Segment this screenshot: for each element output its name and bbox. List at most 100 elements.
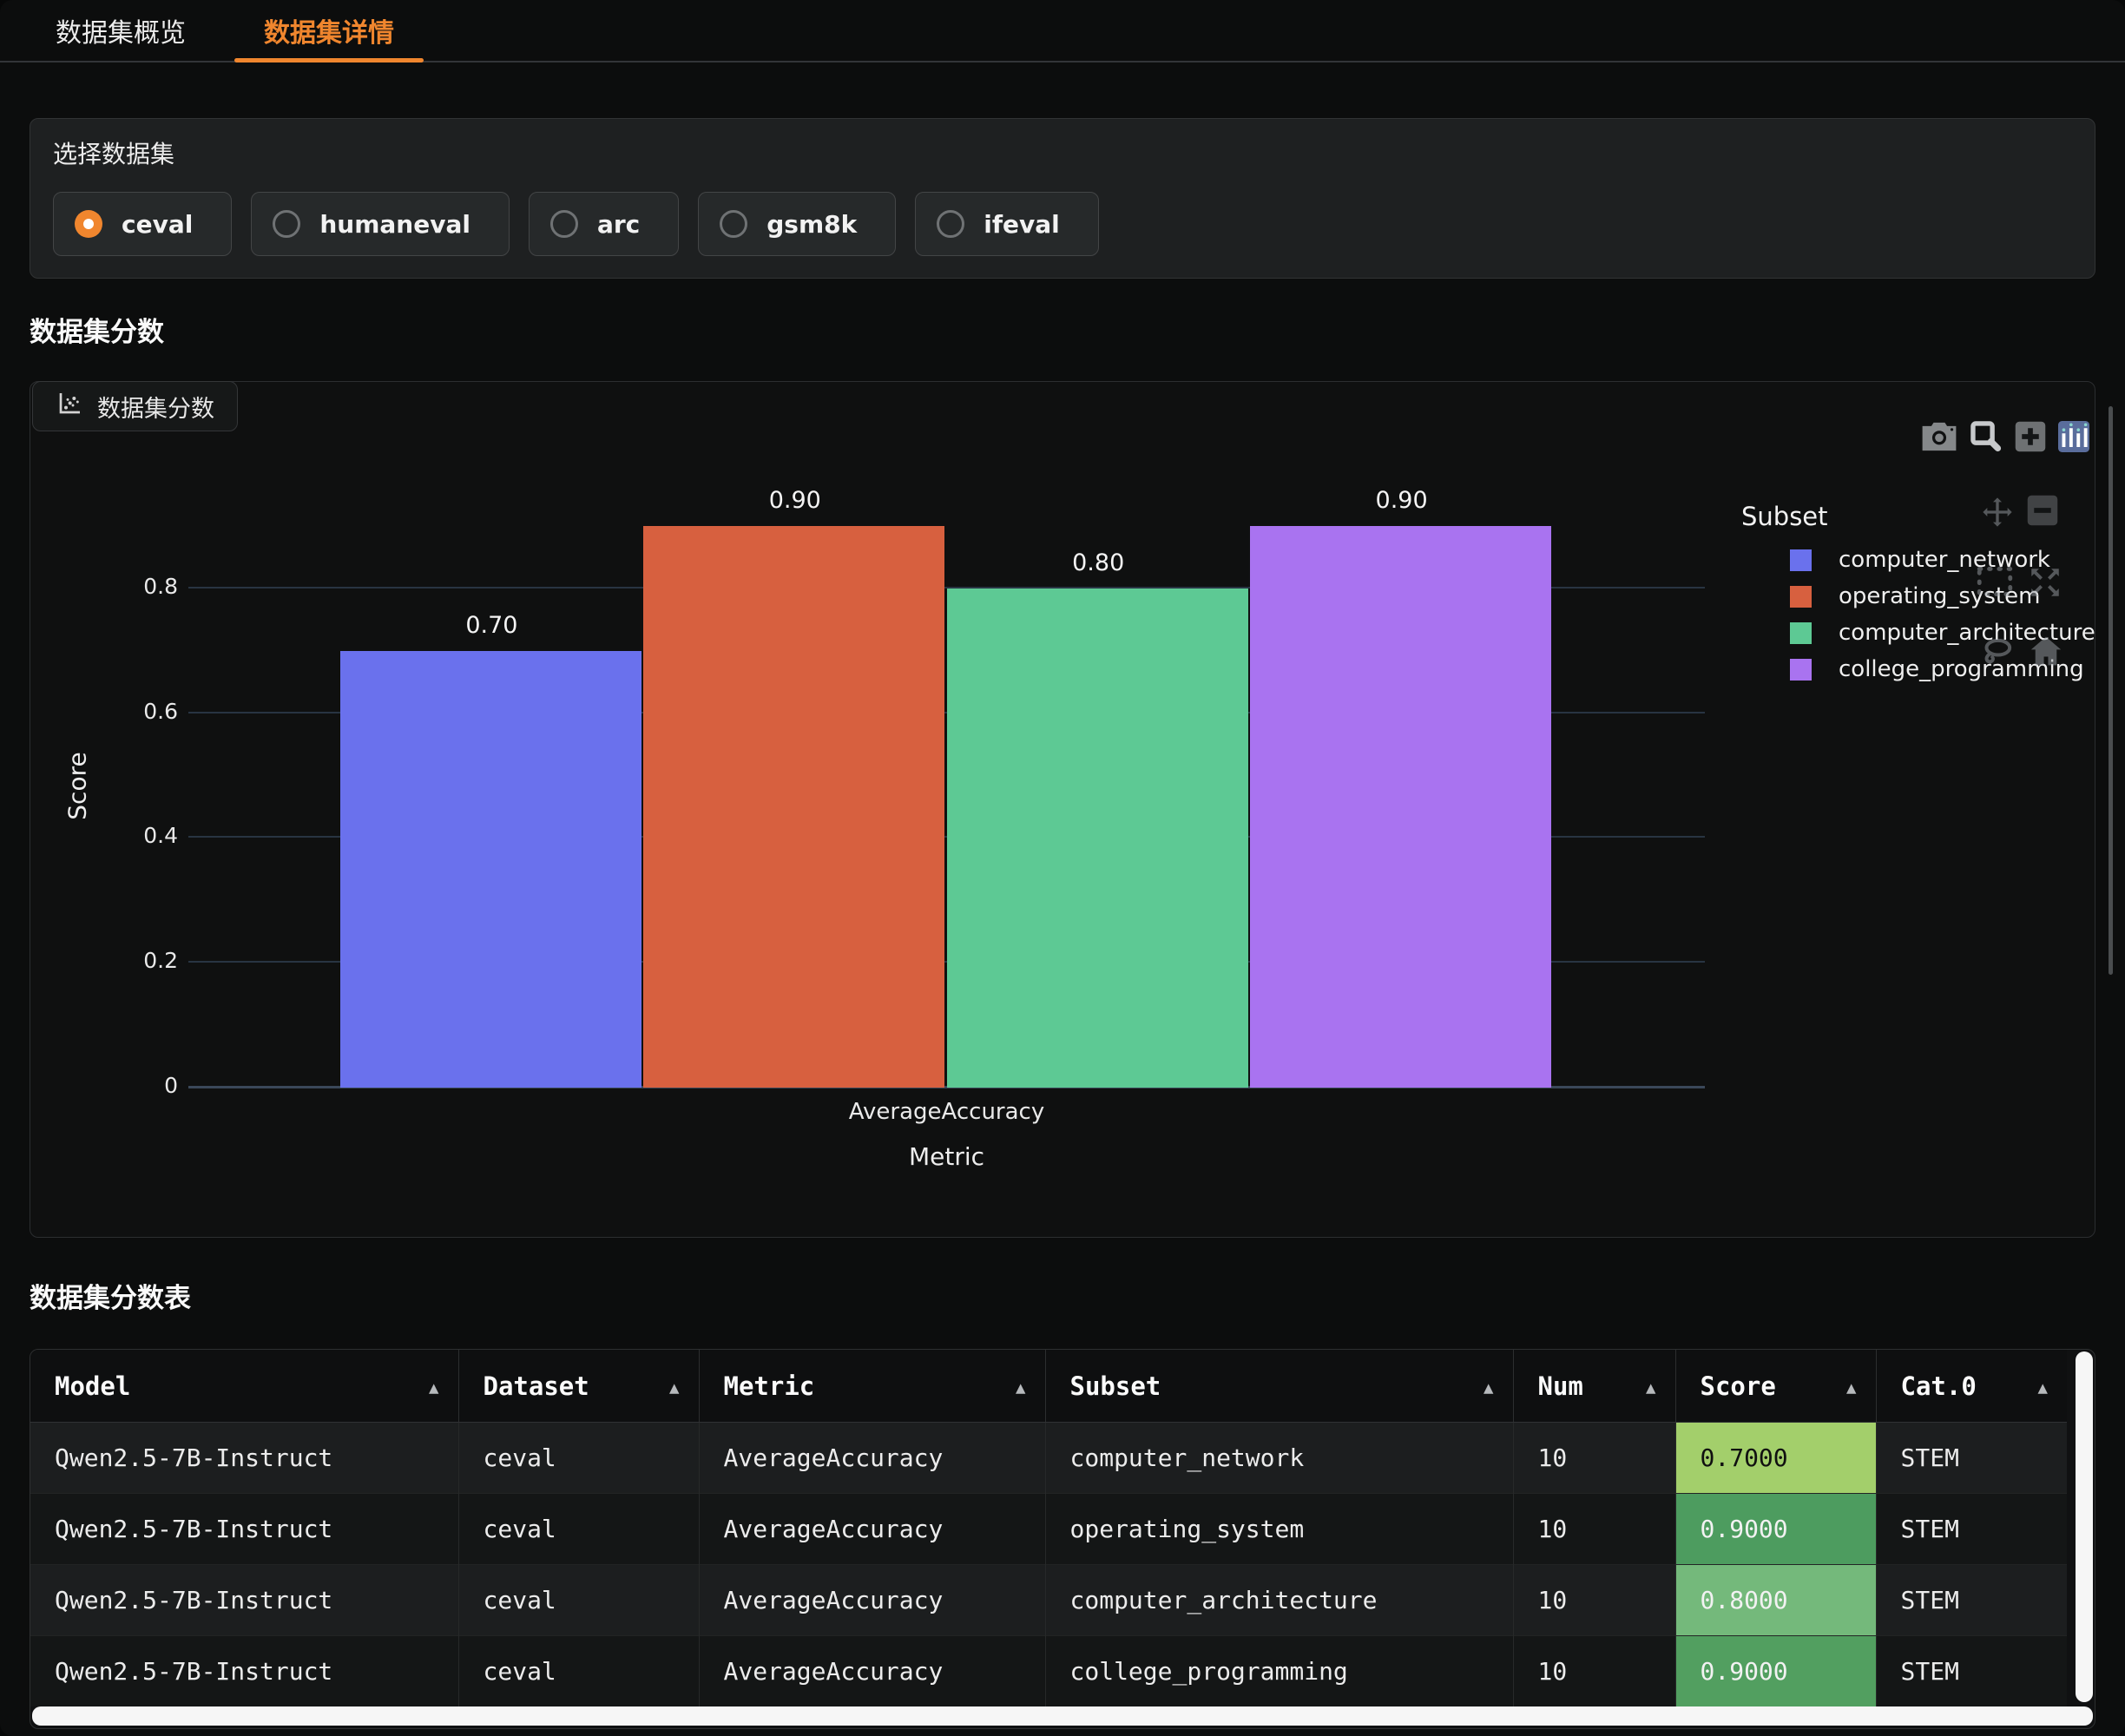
radio-option-ifeval[interactable]: ifeval: [915, 192, 1099, 256]
radio-option-gsm8k[interactable]: gsm8k: [698, 192, 896, 256]
radio-option-label: ceval: [122, 210, 193, 239]
column-header-label: Num: [1538, 1371, 1583, 1401]
cell-subset: operating_system: [1045, 1494, 1513, 1565]
tab-dataset-details[interactable]: 数据集详情: [234, 0, 424, 61]
table-section-title: 数据集分数表: [30, 1281, 2095, 1316]
cell-model: Qwen2.5-7B-Instruct: [30, 1494, 458, 1565]
bar-value-label: 0.70: [465, 612, 517, 639]
column-header-score[interactable]: Score ▲: [1675, 1350, 1876, 1423]
column-header-label: Subset: [1070, 1371, 1161, 1401]
chart-panel-tab[interactable]: 数据集分数: [32, 381, 238, 431]
radio-option-arc[interactable]: arc: [529, 192, 679, 256]
plotly-logo-icon[interactable]: [2058, 421, 2089, 452]
zoom-out-icon[interactable]: [2027, 495, 2058, 526]
chart-section-title: 数据集分数: [30, 315, 2095, 350]
radio-circle-icon: [550, 210, 578, 238]
x-tick-label: AverageAccuracy: [188, 1099, 1705, 1125]
tab-bar: 数据集概览数据集详情: [0, 0, 2125, 62]
cell-metric: AverageAccuracy: [699, 1423, 1045, 1494]
column-header-dataset[interactable]: Dataset ▲: [458, 1350, 699, 1423]
cell-subset: computer_network: [1045, 1423, 1513, 1494]
radio-option-label: humaneval: [319, 210, 470, 239]
cell-metric: AverageAccuracy: [699, 1565, 1045, 1636]
autoscale-icon[interactable]: [2027, 564, 2063, 601]
zoom-in-icon[interactable]: [2015, 421, 2046, 452]
scatter-chart-icon: [56, 390, 83, 424]
sort-ascending-icon[interactable]: ▲: [1846, 1378, 1856, 1397]
sort-ascending-icon[interactable]: ▲: [2038, 1378, 2048, 1397]
sort-ascending-icon[interactable]: ▲: [1484, 1378, 1493, 1397]
radio-option-humaneval[interactable]: humaneval: [251, 192, 510, 256]
column-header-model[interactable]: Model▲: [30, 1350, 458, 1423]
table-row: Qwen2.5-7B-InstructcevalAverageAccuracyc…: [30, 1565, 2067, 1636]
table-header-row: Model▲Dataset▲Metric▲Subset▲Num▲Score▲Ca…: [30, 1350, 2067, 1423]
cell-dataset: ceval: [458, 1494, 699, 1565]
column-header-label: Dataset: [484, 1371, 589, 1401]
legend-swatch: [1790, 549, 1812, 571]
sort-ascending-icon[interactable]: ▲: [1016, 1378, 1025, 1397]
column-header-num[interactable]: Num ▲: [1513, 1350, 1675, 1423]
column-header-subset[interactable]: Subset ▲: [1045, 1350, 1513, 1423]
camera-icon[interactable]: [1921, 421, 1957, 452]
legend-swatch: [1790, 622, 1812, 644]
bar-computer_architecture: [947, 589, 1248, 1088]
table-vertical-scrollbar[interactable]: [2076, 1351, 2093, 1702]
bar-value-label: 0.90: [769, 487, 821, 514]
cell-cat: STEM: [1876, 1636, 2067, 1707]
cell-model: Qwen2.5-7B-Instruct: [30, 1565, 458, 1636]
plot-area[interactable]: 0.70 0.90 0.80 0.90: [188, 484, 1705, 1088]
radio-circle-icon: [937, 210, 964, 238]
cell-num: 10: [1513, 1565, 1675, 1636]
cell-dataset: ceval: [458, 1565, 699, 1636]
chart-card: 数据集分数 0.700.900.800.90 Score AverageAccu…: [30, 381, 2095, 1238]
column-header-label: Metric: [724, 1371, 815, 1401]
box-select-icon[interactable]: [1977, 566, 2013, 597]
dataset-radio-group: ceval humaneval arc gsm8k ifeval: [53, 192, 2072, 256]
bar-operating_system: [643, 526, 944, 1088]
table-row: Qwen2.5-7B-InstructcevalAverageAccuracyo…: [30, 1494, 2067, 1565]
y-tick-label: 0.8: [91, 574, 178, 599]
y-tick-label: 0.4: [91, 823, 178, 848]
radio-circle-icon: [75, 210, 102, 238]
tab-dataset-overview[interactable]: 数据集概览: [26, 0, 215, 61]
y-tick-label: 0.2: [91, 948, 178, 973]
cell-model: Qwen2.5-7B-Instruct: [30, 1636, 458, 1707]
zoom-icon[interactable]: [1970, 420, 2003, 453]
cell-metric: AverageAccuracy: [699, 1636, 1045, 1707]
page-scrollbar-thumb[interactable]: [2109, 406, 2113, 975]
x-axis-title: Metric: [188, 1142, 1705, 1171]
sort-ascending-icon[interactable]: ▲: [429, 1378, 438, 1397]
table-horizontal-scrollbar[interactable]: [32, 1706, 2093, 1726]
cell-dataset: ceval: [458, 1423, 699, 1494]
cell-cat: STEM: [1876, 1565, 2067, 1636]
app-window: 数据集概览数据集详情 选择数据集 cevalhumanevalarcgsm8ki…: [0, 0, 2125, 1736]
cell-metric: AverageAccuracy: [699, 1494, 1045, 1565]
legend-swatch: [1790, 586, 1812, 608]
sort-ascending-icon[interactable]: ▲: [1646, 1378, 1655, 1397]
y-tick-label: 0: [91, 1073, 178, 1098]
column-header-metric[interactable]: Metric ▲: [699, 1350, 1045, 1423]
bar-college_programming: [1250, 526, 1551, 1088]
pan-icon[interactable]: [1980, 495, 2015, 529]
radio-option-label: ifeval: [984, 210, 1060, 239]
dataset-selector-panel: 选择数据集 cevalhumanevalarcgsm8kifeval: [30, 118, 2095, 279]
sort-ascending-icon[interactable]: ▲: [669, 1378, 679, 1397]
bar-value-label: 0.80: [1072, 549, 1124, 576]
cell-dataset: ceval: [458, 1636, 699, 1707]
plot-modebar: [1921, 420, 2089, 453]
radio-circle-icon: [720, 210, 747, 238]
column-header-cat-0[interactable]: Cat.0▲: [1876, 1350, 2067, 1423]
column-header-label: Score: [1701, 1371, 1776, 1401]
legend-swatch: [1790, 659, 1812, 681]
home-icon[interactable]: [2029, 635, 2063, 667]
radio-option-ceval[interactable]: ceval: [53, 192, 232, 256]
cell-subset: computer_architecture: [1045, 1565, 1513, 1636]
bar-value-label: 0.90: [1376, 487, 1428, 514]
cell-score: 0.9000: [1675, 1636, 1876, 1707]
radio-option-label: gsm8k: [766, 210, 857, 239]
lasso-icon[interactable]: [1980, 635, 2015, 670]
cell-cat: STEM: [1876, 1494, 2067, 1565]
cell-cat: STEM: [1876, 1423, 2067, 1494]
radio-option-label: arc: [597, 210, 640, 239]
cell-score: 0.7000: [1675, 1423, 1876, 1494]
